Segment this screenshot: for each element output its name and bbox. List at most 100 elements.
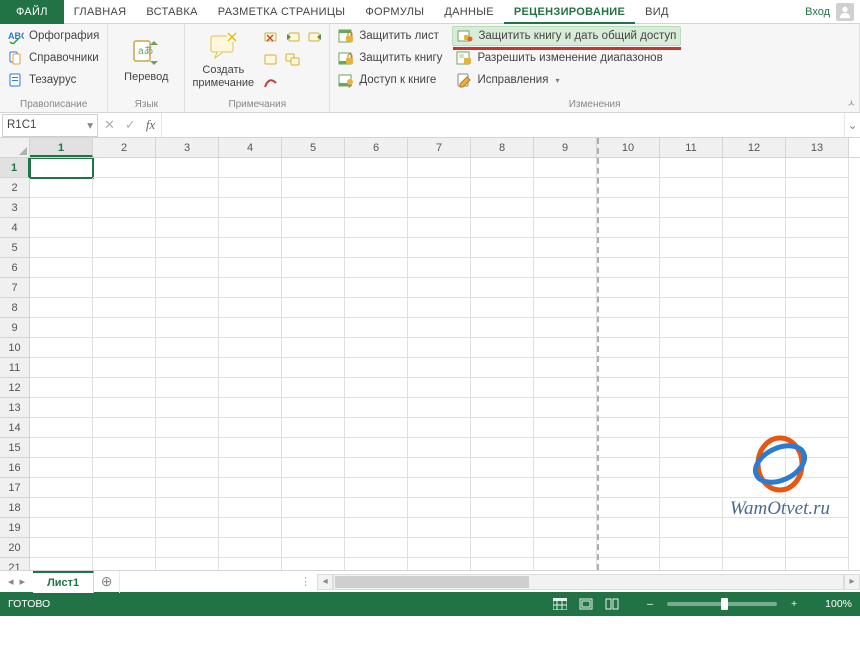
cell[interactable]: [597, 438, 660, 458]
cell[interactable]: [786, 358, 849, 378]
cell[interactable]: [282, 378, 345, 398]
cell[interactable]: [471, 238, 534, 258]
cell[interactable]: [723, 218, 786, 238]
cell[interactable]: [408, 298, 471, 318]
cell[interactable]: [534, 458, 597, 478]
cell[interactable]: [156, 458, 219, 478]
cell[interactable]: [597, 518, 660, 538]
cell[interactable]: [786, 198, 849, 218]
cell[interactable]: [282, 238, 345, 258]
cell[interactable]: [408, 318, 471, 338]
cancel-formula-icon[interactable]: ✕: [104, 117, 115, 133]
cell[interactable]: [282, 498, 345, 518]
cell[interactable]: [30, 498, 93, 518]
cell[interactable]: [660, 378, 723, 398]
row-header[interactable]: 3: [0, 198, 30, 218]
cell[interactable]: [156, 538, 219, 558]
cell[interactable]: [282, 558, 345, 570]
cell[interactable]: [345, 478, 408, 498]
cell[interactable]: [219, 198, 282, 218]
cell[interactable]: [219, 298, 282, 318]
cell[interactable]: [219, 458, 282, 478]
cell[interactable]: [219, 278, 282, 298]
cell[interactable]: [408, 158, 471, 178]
cell[interactable]: [345, 458, 408, 478]
cell[interactable]: [219, 398, 282, 418]
cell[interactable]: [660, 478, 723, 498]
cell[interactable]: [660, 538, 723, 558]
cell[interactable]: [282, 178, 345, 198]
add-sheet-button[interactable]: ⊕: [94, 571, 120, 593]
cell[interactable]: [30, 358, 93, 378]
cell[interactable]: [30, 158, 93, 178]
cell[interactable]: [156, 278, 219, 298]
cell[interactable]: [219, 538, 282, 558]
cell[interactable]: [345, 358, 408, 378]
cell[interactable]: [345, 258, 408, 278]
cell[interactable]: [597, 278, 660, 298]
cell[interactable]: [282, 298, 345, 318]
cell[interactable]: [597, 398, 660, 418]
cell[interactable]: [471, 478, 534, 498]
cell[interactable]: [408, 258, 471, 278]
cell[interactable]: [660, 398, 723, 418]
cell[interactable]: [30, 478, 93, 498]
cell[interactable]: [408, 278, 471, 298]
cell[interactable]: [597, 378, 660, 398]
cell[interactable]: [30, 338, 93, 358]
cell[interactable]: [408, 398, 471, 418]
cell[interactable]: [534, 398, 597, 418]
cell[interactable]: [723, 398, 786, 418]
cell[interactable]: [597, 498, 660, 518]
sign-in[interactable]: Вход: [805, 6, 830, 18]
cell[interactable]: [534, 518, 597, 538]
cell[interactable]: [786, 378, 849, 398]
cell[interactable]: [156, 198, 219, 218]
cell[interactable]: [93, 558, 156, 570]
cell[interactable]: [345, 498, 408, 518]
cell[interactable]: [93, 518, 156, 538]
cell[interactable]: [534, 498, 597, 518]
cell[interactable]: [534, 298, 597, 318]
tab-insert[interactable]: ВСТАВКА: [136, 0, 207, 24]
cell[interactable]: [219, 478, 282, 498]
cell[interactable]: [597, 198, 660, 218]
cell[interactable]: [156, 478, 219, 498]
cell[interactable]: [408, 518, 471, 538]
cell[interactable]: [723, 418, 786, 438]
share-book-button[interactable]: Доступ к книге: [334, 70, 446, 90]
cell[interactable]: [219, 378, 282, 398]
cell[interactable]: [471, 178, 534, 198]
cell[interactable]: [156, 518, 219, 538]
row-header[interactable]: 18: [0, 498, 30, 518]
cell[interactable]: [786, 518, 849, 538]
col-header[interactable]: 2: [93, 138, 156, 157]
cell[interactable]: [30, 318, 93, 338]
sheet-nav-prev-icon[interactable]: ◂: [8, 575, 14, 588]
cell[interactable]: [282, 538, 345, 558]
cell[interactable]: [156, 258, 219, 278]
cell[interactable]: [471, 518, 534, 538]
zoom-slider[interactable]: [667, 602, 777, 606]
cell[interactable]: [597, 418, 660, 438]
cell[interactable]: [471, 398, 534, 418]
cell[interactable]: [93, 438, 156, 458]
cell[interactable]: [786, 178, 849, 198]
cell[interactable]: [93, 378, 156, 398]
cell[interactable]: [219, 518, 282, 538]
row-header[interactable]: 12: [0, 378, 30, 398]
cell[interactable]: [219, 418, 282, 438]
tab-view[interactable]: ВИД: [635, 0, 679, 24]
row-header[interactable]: 13: [0, 398, 30, 418]
cell[interactable]: [345, 398, 408, 418]
cell[interactable]: [156, 558, 219, 570]
cell[interactable]: [534, 318, 597, 338]
cell[interactable]: [408, 218, 471, 238]
cell[interactable]: [786, 558, 849, 570]
cell[interactable]: [345, 438, 408, 458]
cell[interactable]: [30, 178, 93, 198]
cell[interactable]: [30, 418, 93, 438]
delete-comment-button[interactable]: [261, 28, 281, 48]
cell[interactable]: [219, 338, 282, 358]
cell[interactable]: [597, 538, 660, 558]
